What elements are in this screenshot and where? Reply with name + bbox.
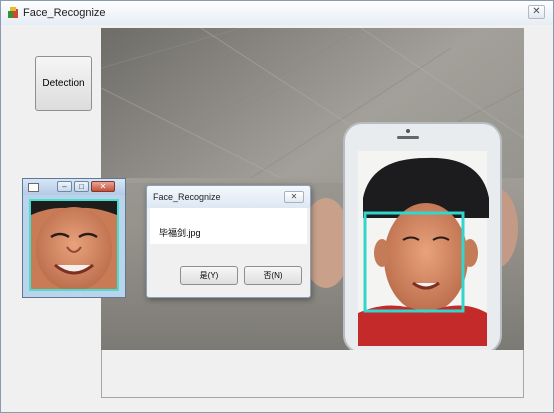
face-preview-titlebar[interactable]: – □ ✕ [23, 179, 125, 195]
close-icon: ✕ [532, 6, 541, 17]
title-bar[interactable]: Face_Recognize ✕ [1, 1, 553, 25]
preview-close-button[interactable]: ✕ [91, 181, 115, 192]
close-icon: ✕ [290, 192, 298, 201]
no-button[interactable]: 否(N) [244, 266, 302, 285]
minimize-button[interactable]: – [57, 181, 72, 192]
dialog-message: 毕福剑.jpg [159, 228, 201, 238]
dialog-titlebar[interactable]: Face_Recognize ✕ [147, 186, 310, 208]
detected-face-image [29, 199, 119, 291]
close-icon: ✕ [99, 182, 107, 191]
face-preview-window: – □ ✕ [22, 178, 126, 298]
maximize-button[interactable]: □ [74, 181, 89, 192]
maximize-icon: □ [79, 182, 84, 191]
window-title: Face_Recognize [23, 7, 106, 19]
window-icon [28, 183, 39, 192]
yes-button[interactable]: 是(Y) [180, 266, 238, 285]
message-dialog: Face_Recognize ✕ 毕福剑.jpg 是(Y) 否(N) [146, 185, 311, 298]
app-icon [8, 7, 18, 18]
dialog-close-button[interactable]: ✕ [284, 191, 304, 203]
window-close-button[interactable]: ✕ [528, 5, 545, 19]
detection-button[interactable]: Detection [35, 56, 92, 111]
dialog-title: Face_Recognize [153, 192, 221, 202]
minimize-icon: – [62, 182, 67, 191]
